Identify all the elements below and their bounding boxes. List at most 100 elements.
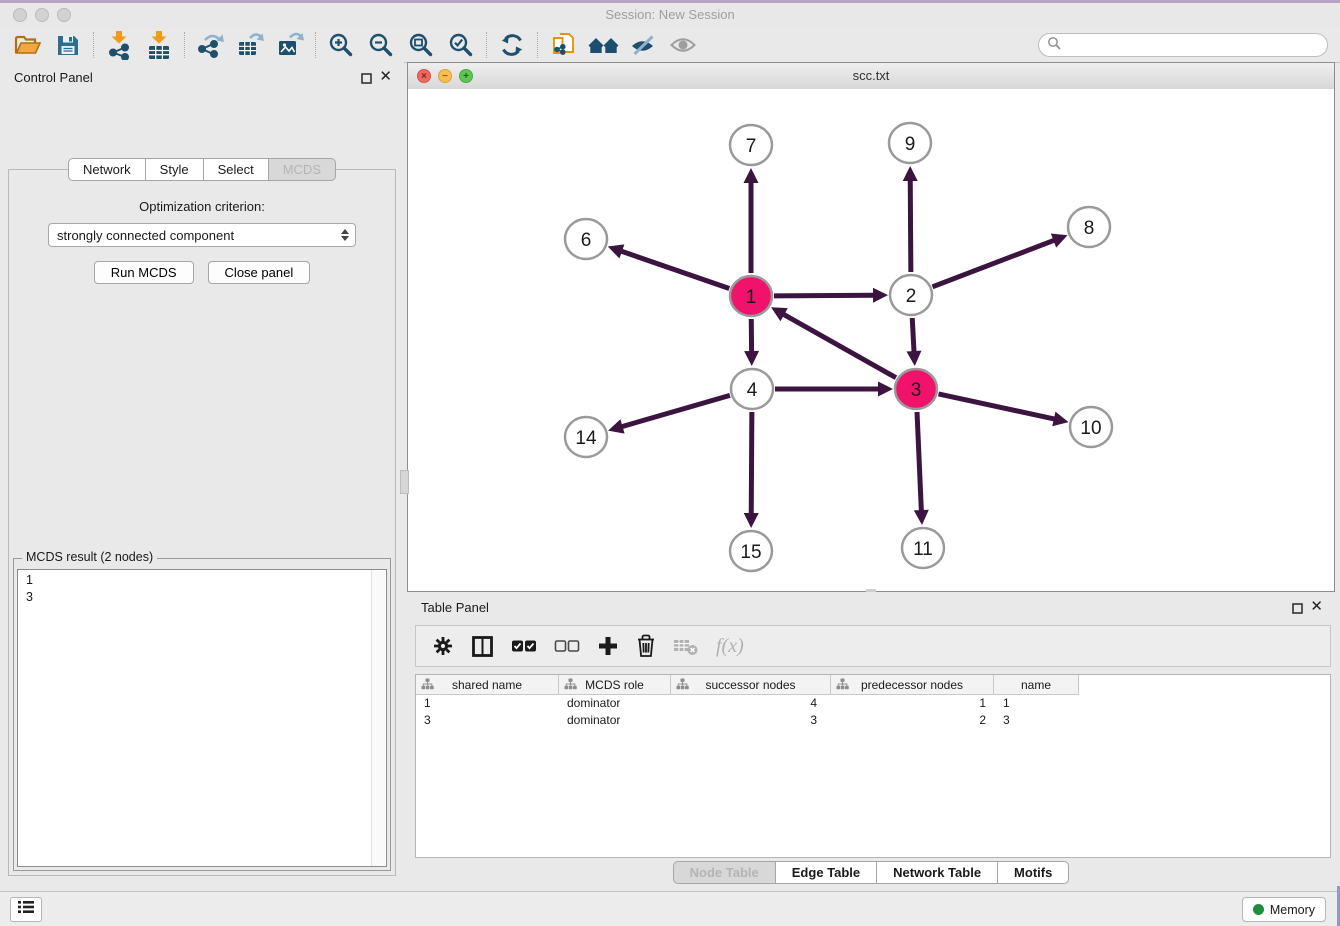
table-row[interactable]: 1dominator411 bbox=[416, 695, 1079, 712]
column-header-shared-name[interactable]: shared name bbox=[416, 675, 559, 694]
result-scrollbar[interactable] bbox=[371, 570, 386, 866]
graph-node-label: 11 bbox=[913, 539, 933, 560]
toolbar-separator bbox=[315, 32, 316, 58]
mcds-result-list[interactable]: 13 bbox=[17, 569, 387, 867]
create-column-button[interactable] bbox=[597, 635, 619, 657]
cell-shared-name[interactable]: 1 bbox=[416, 695, 559, 712]
close-panel-icon[interactable]: ✕ bbox=[379, 67, 392, 85]
close-table-panel-icon[interactable]: ✕ bbox=[1310, 597, 1323, 615]
mcds-result-node: 3 bbox=[26, 589, 386, 606]
graph-edge-arrowhead bbox=[906, 351, 921, 366]
table-settings-button[interactable] bbox=[432, 635, 454, 657]
hierarchy-icon bbox=[564, 678, 577, 693]
hide-selected-button[interactable] bbox=[623, 30, 663, 60]
graph-node-label: 10 bbox=[1080, 418, 1101, 439]
cell-successor-nodes[interactable]: 3 bbox=[671, 712, 831, 729]
graph-node-label: 2 bbox=[906, 286, 917, 307]
export-network-button[interactable] bbox=[190, 30, 230, 60]
import-network-button[interactable] bbox=[99, 30, 139, 60]
tab-select[interactable]: Select bbox=[203, 158, 268, 181]
cell-MCDS-role[interactable]: dominator bbox=[559, 712, 671, 729]
zoom-out-button[interactable] bbox=[361, 30, 401, 60]
network-window-titlebar[interactable]: × − + scc.txt bbox=[408, 63, 1334, 90]
column-header-label: successor nodes bbox=[705, 678, 795, 692]
task-history-button[interactable] bbox=[10, 897, 42, 922]
optimization-criterion-label: Optimization criterion: bbox=[9, 199, 395, 214]
table-row[interactable]: 3dominator323 bbox=[416, 712, 1079, 729]
export-table-button[interactable] bbox=[230, 30, 270, 60]
float-panel-icon[interactable] bbox=[361, 71, 372, 89]
graph-edge-2-3[interactable] bbox=[912, 318, 914, 353]
graph-edge-3-1[interactable] bbox=[782, 314, 896, 378]
float-table-panel-icon[interactable] bbox=[1292, 601, 1303, 619]
cell-predecessor-nodes[interactable]: 2 bbox=[831, 712, 994, 729]
graph-node-label: 6 bbox=[581, 230, 592, 251]
column-header-predecessor-nodes[interactable]: predecessor nodes bbox=[831, 675, 994, 694]
table-tabs: Node TableEdge TableNetwork TableMotifs bbox=[407, 861, 1335, 884]
cell-name[interactable]: 3 bbox=[994, 712, 1079, 729]
column-layout-button[interactable] bbox=[471, 635, 494, 658]
tab-style[interactable]: Style bbox=[145, 158, 203, 181]
clone-network-icon bbox=[551, 32, 576, 59]
refresh-view-button[interactable] bbox=[492, 30, 532, 60]
toolbar-separator bbox=[537, 32, 538, 58]
tab-motifs[interactable]: Motifs bbox=[997, 861, 1069, 884]
tab-edge-table[interactable]: Edge Table bbox=[775, 861, 876, 884]
cell-shared-name[interactable]: 3 bbox=[416, 712, 559, 729]
zoom-selected-button[interactable] bbox=[441, 30, 481, 60]
network-canvas[interactable]: 7968124314101511 bbox=[408, 89, 1334, 591]
zoom-in-button[interactable] bbox=[321, 30, 361, 60]
cell-MCDS-role[interactable]: dominator bbox=[559, 695, 671, 712]
search-input[interactable] bbox=[1066, 37, 1319, 54]
graph-edge-1-2[interactable] bbox=[774, 295, 875, 296]
column-header-successor-nodes[interactable]: successor nodes bbox=[671, 675, 831, 694]
zoom-fit-button[interactable] bbox=[401, 30, 441, 60]
trash-icon bbox=[636, 634, 656, 658]
show-all-columns-button[interactable] bbox=[511, 637, 537, 655]
network-graph[interactable]: 7968124314101511 bbox=[408, 89, 1334, 591]
graph-edge-3-10[interactable] bbox=[938, 394, 1055, 419]
select-all-icon bbox=[511, 637, 537, 655]
graph-node-label: 8 bbox=[1084, 218, 1095, 239]
zoom-fit-icon bbox=[408, 32, 434, 58]
graph-edge-3-11[interactable] bbox=[917, 412, 921, 512]
memory-button[interactable]: Memory bbox=[1242, 897, 1326, 922]
close-panel-button[interactable]: Close panel bbox=[208, 261, 311, 284]
import-table-button[interactable] bbox=[139, 30, 179, 60]
graph-node-label: 1 bbox=[746, 287, 757, 308]
cell-predecessor-nodes[interactable]: 1 bbox=[831, 695, 994, 712]
first-neighbors-button[interactable] bbox=[583, 30, 623, 60]
node-table[interactable]: shared nameMCDS role successor nodes prede… bbox=[415, 674, 1331, 858]
graph-node-label: 15 bbox=[740, 542, 761, 563]
list-icon bbox=[17, 900, 35, 919]
open-session-button[interactable] bbox=[8, 30, 48, 60]
tab-node-table[interactable]: Node Table bbox=[673, 861, 775, 884]
folder-open-icon bbox=[14, 33, 42, 57]
tab-mcds[interactable]: MCDS bbox=[268, 158, 336, 181]
delete-table-icon bbox=[673, 636, 699, 656]
panel-splitter-handle[interactable] bbox=[400, 470, 409, 494]
clone-network-button[interactable] bbox=[543, 30, 583, 60]
graph-edge-4-15[interactable] bbox=[751, 412, 752, 515]
search-box[interactable] bbox=[1038, 33, 1328, 57]
run-mcds-button[interactable]: Run MCDS bbox=[94, 261, 194, 284]
graph-edge-1-6[interactable] bbox=[620, 251, 729, 289]
column-header-MCDS-role[interactable]: MCDS role bbox=[559, 675, 671, 694]
graph-edge-4-14[interactable] bbox=[621, 395, 730, 427]
select-stepper-icon bbox=[341, 229, 349, 241]
cell-name[interactable]: 1 bbox=[994, 695, 1079, 712]
criterion-select[interactable]: strongly connected component bbox=[48, 223, 356, 247]
export-table-icon bbox=[237, 32, 264, 58]
column-header-name[interactable]: name bbox=[994, 675, 1079, 694]
table-header-row: shared nameMCDS role successor nodes prede… bbox=[416, 675, 1079, 695]
tab-network-table[interactable]: Network Table bbox=[876, 861, 997, 884]
cell-successor-nodes[interactable]: 4 bbox=[671, 695, 831, 712]
graph-edge-2-9[interactable] bbox=[910, 179, 911, 272]
tab-network[interactable]: Network bbox=[68, 158, 145, 181]
export-image-button[interactable] bbox=[270, 30, 310, 60]
graph-edge-2-8[interactable] bbox=[932, 240, 1055, 287]
mcds-result-title: MCDS result (2 nodes) bbox=[22, 550, 157, 564]
delete-column-button[interactable] bbox=[636, 634, 656, 658]
save-session-button[interactable] bbox=[48, 30, 88, 60]
hide-all-columns-button[interactable] bbox=[554, 637, 580, 655]
